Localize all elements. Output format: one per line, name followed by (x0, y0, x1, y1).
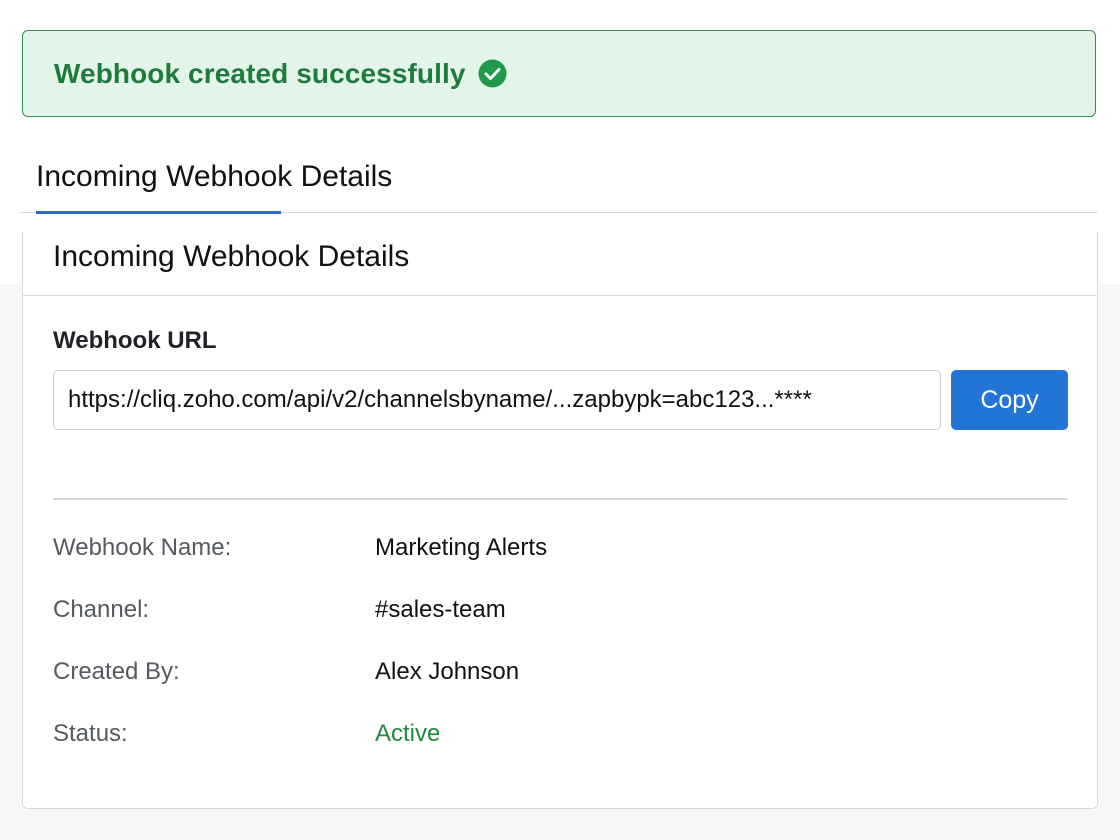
success-banner: Webhook created successfully (22, 30, 1096, 117)
detail-label: Webhook Name: (53, 534, 232, 561)
detail-value: Alex Johnson (375, 658, 520, 685)
success-message: Webhook created successfully (54, 57, 466, 89)
divider (53, 498, 1068, 500)
webhook-url-label: Webhook URL (53, 327, 217, 354)
detail-row-channel: Channel: #sales-team (53, 596, 1053, 632)
detail-value: #sales-team (375, 596, 506, 623)
detail-label: Created By: (53, 658, 180, 685)
tab-incoming-webhook-details[interactable]: Incoming Webhook Details (36, 148, 392, 210)
webhook-details-card: Incoming Webhook Details Webhook URL Cop… (22, 232, 1098, 809)
check-circle-icon (478, 59, 507, 88)
detail-row-status: Status: Active (53, 720, 1053, 756)
detail-value: Marketing Alerts (375, 534, 548, 561)
card-title: Incoming Webhook Details (53, 240, 410, 273)
status-value: Active (375, 720, 441, 747)
detail-label: Channel: (53, 596, 150, 623)
detail-row-webhook-name: Webhook Name: Marketing Alerts (53, 534, 1053, 570)
active-tab-indicator (36, 210, 281, 214)
webhook-url-field[interactable] (53, 370, 941, 430)
card-header: Incoming Webhook Details (23, 232, 1096, 296)
detail-label: Status: (53, 720, 128, 747)
detail-row-created-by: Created By: Alex Johnson (53, 658, 1053, 694)
copy-button[interactable]: Copy (951, 370, 1068, 430)
tab-bar: Incoming Webhook Details (20, 148, 1098, 214)
